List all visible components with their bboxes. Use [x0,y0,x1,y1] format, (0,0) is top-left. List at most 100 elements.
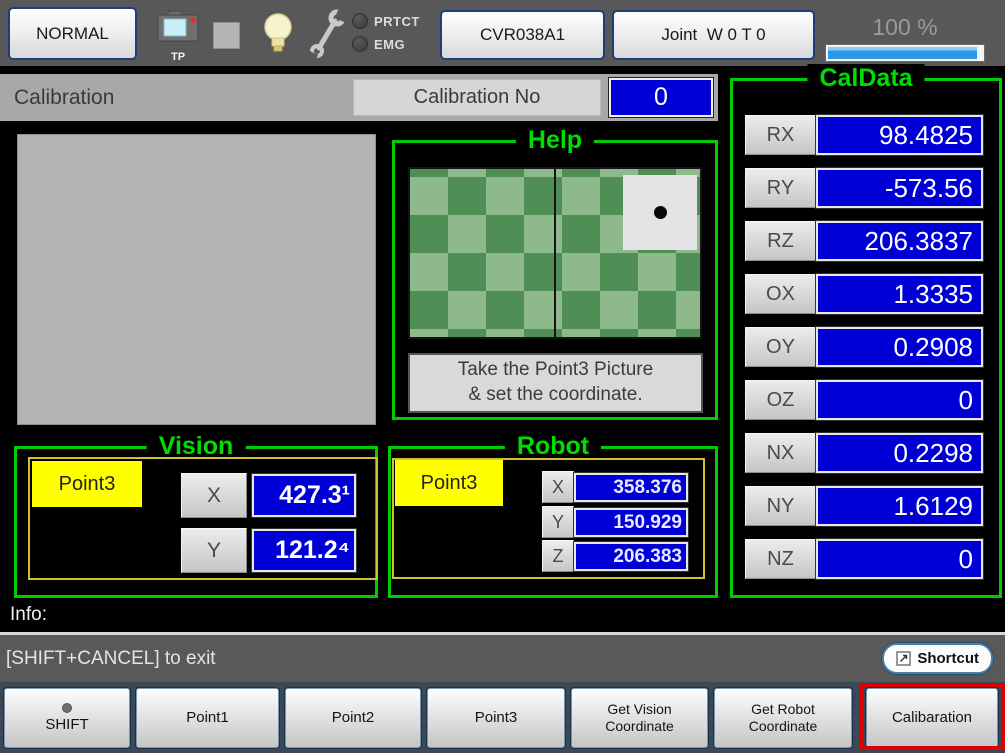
robot-x-field[interactable]: 358.376 [574,473,688,502]
vision-y-field[interactable]: 121.2⁴ [252,529,356,572]
caldata-ny-label: NY [745,486,816,526]
help-panel: Help Take the Point3 Picture & set the c… [392,140,718,420]
fkey-calibaration-label: Calibaration [892,709,972,727]
robot-x-label: X [542,471,574,503]
caldata-ny-value: 1.6129 [816,486,983,526]
caldata-rz-value: 206.3837 [816,221,983,261]
speed-percent-label: 100 % [825,14,985,41]
help-panel-title: Help [516,126,594,155]
emg-indicator: EMG [352,36,405,52]
caldata-rx-label: RX [745,115,816,155]
vision-y-label: Y [181,528,247,573]
help-instruction-line2: & set the coordinate. [468,383,642,408]
vision-panel: Vision Point3 X 427.3¹ Y 121.2⁴ [14,446,378,598]
robot-panel-title: Robot [505,432,601,461]
caldata-oy-label: OY [745,327,816,367]
caldata-ox-label: OX [745,274,816,314]
caldata-row: RY -573.56 [745,168,983,208]
target-square [623,175,697,250]
fkey-point3[interactable]: Point3 [427,688,565,748]
caldata-row: NY 1.6129 [745,486,983,526]
fkey-get-robot-coordinate[interactable]: Get Robot Coordinate [714,688,852,748]
wrench-icon [308,8,348,60]
shortcut-label: Shortcut [917,650,979,667]
help-instruction-box: Take the Point3 Picture & set the coordi… [408,353,703,413]
fkey-point3-label: Point3 [475,709,518,727]
lamp-icon [262,12,294,56]
checkerboard-divider [554,169,556,337]
status-bar: [SHIFT+CANCEL] to exit Shortcut [0,635,1005,682]
caldata-rows: RX 98.4825 RY -573.56 RZ 206.3837 OX 1.3… [745,115,983,592]
caldata-row: OZ 0 [745,380,983,420]
speed-progress-bar [825,44,985,62]
robot-point-tag: Point3 [395,460,503,506]
caldata-oy-value: 0.2908 [816,327,983,367]
function-key-bar: SHIFT Point1 Point2 Point3 Get Vision Co… [0,682,1005,753]
fkey-point1-label: Point1 [186,709,229,727]
shortcut-launch-icon [896,651,911,666]
fkey-get-robot-line1: Get Robot [751,701,815,718]
robot-y-label: Y [542,506,574,538]
fkey-shift[interactable]: SHIFT [4,688,130,748]
camera-icon [156,10,200,46]
fkey-get-vision-line1: Get Vision [607,701,671,718]
fkey-shift-label: SHIFT [45,716,88,734]
fkey-get-vision-line2: Coordinate [605,718,674,735]
calibration-no-label: Calibration No [353,79,601,116]
help-instruction-line1: Take the Point3 Picture [458,358,653,383]
prtct-led-icon [352,13,368,29]
fkey-get-robot-line2: Coordinate [749,718,818,735]
fkey-calibaration[interactable]: Calibaration [866,688,998,748]
caldata-nx-label: NX [745,433,816,473]
vision-point-tag: Point3 [32,461,142,507]
prtct-indicator: PRTCT [352,13,420,29]
shift-led-icon [62,703,72,713]
caldata-panel: CalData RX 98.4825 RY -573.56 RZ 206.383… [730,78,1002,598]
robot-z-field[interactable]: 206.383 [574,542,688,571]
caldata-oz-label: OZ [745,380,816,420]
target-dot-icon [654,206,667,219]
vision-x-field[interactable]: 427.3¹ [252,474,356,517]
fkey-point2[interactable]: Point2 [285,688,421,748]
tp-label: TP [156,51,200,63]
tp-camera-icon: TP [156,10,200,58]
camera-view-placeholder [17,134,376,425]
fkey-point1[interactable]: Point1 [136,688,279,748]
emg-label: EMG [374,37,405,52]
calibration-no-field[interactable]: 0 [609,78,713,117]
shortcut-button[interactable]: Shortcut [882,643,993,674]
caldata-row: OY 0.2908 [745,327,983,367]
page-title: Calibration [14,74,114,121]
emg-led-icon [352,36,368,52]
caldata-nz-label: NZ [745,539,816,579]
fkey-point2-label: Point2 [332,709,375,727]
caldata-row: RX 98.4825 [745,115,983,155]
mode-button[interactable]: NORMAL [8,7,137,60]
info-bar: Info: [0,600,1005,632]
status-message: [SHIFT+CANCEL] to exit [6,635,216,682]
prtct-label: PRTCT [374,14,420,29]
caldata-rz-label: RZ [745,221,816,261]
info-label: Info: [10,604,47,626]
program-button[interactable]: CVR038A1 [440,10,605,60]
caldata-oz-value: 0 [816,380,983,420]
fkey-get-vision-coordinate[interactable]: Get Vision Coordinate [571,688,708,748]
caldata-nz-value: 0 [816,539,983,579]
robot-z-label: Z [542,540,574,572]
robot-y-field[interactable]: 150.929 [574,508,688,537]
caldata-panel-title: CalData [807,64,924,93]
caldata-ry-value: -573.56 [816,168,983,208]
screen-header: Calibration Calibration No 0 [0,74,718,121]
caldata-row: OX 1.3335 [745,274,983,314]
caldata-row: RZ 206.3837 [745,221,983,261]
caldata-row: NZ 0 [745,539,983,579]
teach-pendant-screen: NORMAL TP [0,0,1005,753]
stop-square-icon [213,22,240,49]
caldata-ox-value: 1.3335 [816,274,983,314]
speed-progress-fill [828,47,977,59]
caldata-ry-label: RY [745,168,816,208]
checkerboard-image [408,167,702,339]
jog-mode-button[interactable]: Joint W 0 T 0 [612,10,815,60]
caldata-nx-value: 0.2298 [816,433,983,473]
robot-panel: Robot Point3 X 358.376 Y 150.929 Z 206.3… [388,446,718,598]
